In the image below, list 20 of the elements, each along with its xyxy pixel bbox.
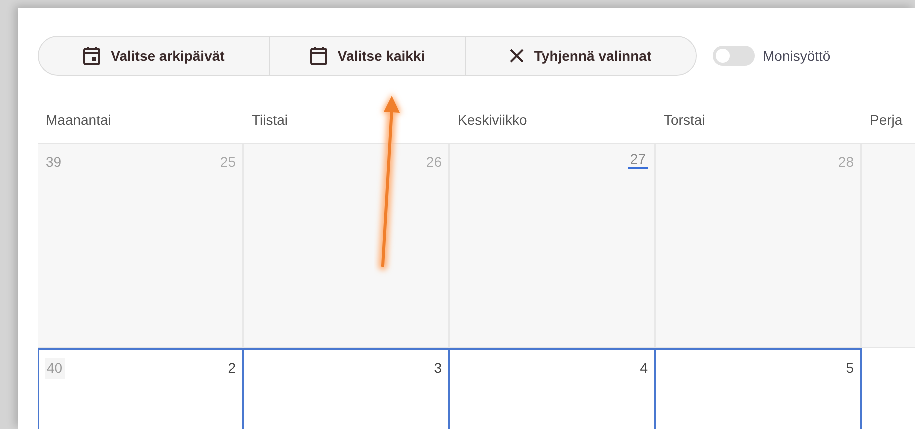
week-number: 39 [45,153,63,172]
day-cell[interactable]: 5 [656,348,862,429]
day-number: 4 [640,359,648,378]
day-number: 5 [846,359,854,378]
day-number: 3 [434,359,442,378]
toolbar-button[interactable]: Tyhjennä valinnat [465,37,696,75]
day-number: 26 [426,153,442,172]
day-number: 27 [628,152,648,170]
day-cell[interactable]: 4 [450,348,656,429]
day-cell[interactable]: 3 [244,348,450,429]
day-number: 25 [220,153,236,172]
toggle-switch[interactable] [713,46,755,66]
day-number: 28 [838,153,854,172]
week-number: 40 [45,358,65,379]
calendar-icon [310,46,328,66]
toggle-label: Monisyöttö [763,46,831,66]
day-cell[interactable]: 40 2 [38,348,244,429]
day-number: 2 [228,359,236,378]
calendar-icon [83,46,102,66]
close-icon [510,49,524,63]
